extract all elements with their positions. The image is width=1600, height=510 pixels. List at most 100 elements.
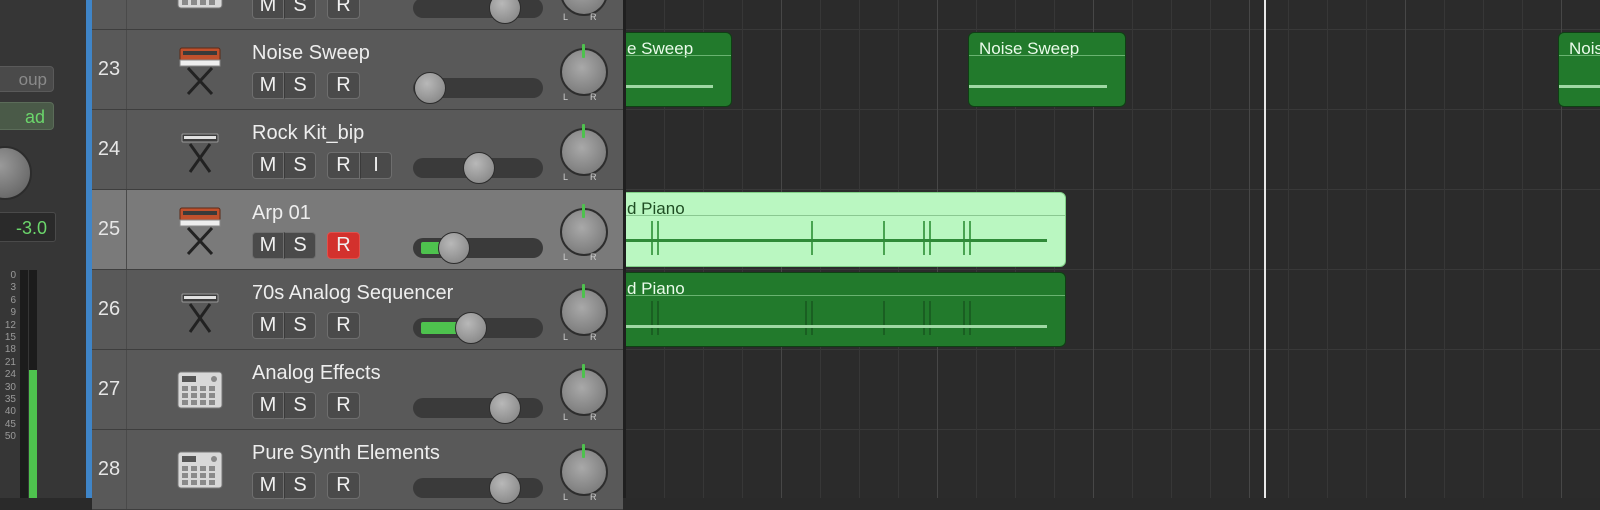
region-name: e Sweep [627, 39, 694, 58]
level-meter-right [29, 270, 37, 498]
track-header[interactable]: 23 Noise Sweep M S R L R [92, 30, 623, 110]
volume-fader[interactable] [413, 472, 543, 504]
track-number: 22 [92, 0, 127, 29]
mute-button[interactable]: M [252, 232, 284, 259]
record-enable-button[interactable]: R [327, 0, 360, 19]
meter-tick-label: 45 [4, 418, 16, 430]
region-notes [626, 301, 1065, 335]
fader-thumb[interactable] [489, 0, 521, 24]
track-name[interactable]: Rock Kit_bip [252, 122, 364, 145]
synth-on-stand-icon[interactable] [174, 202, 226, 258]
pan-knob[interactable] [560, 124, 608, 176]
solo-button[interactable]: S [284, 232, 316, 259]
track-name[interactable]: Arp 01 [252, 202, 311, 225]
region-header-divider [626, 295, 1065, 296]
meter-tick-label: 12 [4, 319, 16, 331]
pan-left-label: L [563, 92, 569, 102]
record-enable-button[interactable]: R [327, 152, 360, 179]
keyboard-stand-icon[interactable] [174, 122, 226, 178]
pan-knob[interactable] [560, 44, 608, 96]
solo-button[interactable]: S [284, 312, 316, 339]
fader-thumb[interactable] [463, 152, 495, 184]
group-selector[interactable]: oup [0, 66, 54, 92]
mute-button[interactable]: M [252, 72, 284, 99]
track-header[interactable]: 28 Pure Synth Elements M S R L R [92, 430, 623, 510]
pan-right-label: R [590, 332, 597, 342]
track-name[interactable]: 70s Analog Sequencer [252, 282, 453, 305]
region-notes [1559, 61, 1600, 95]
track-header[interactable]: 25 Arp 01 M S R L R [92, 190, 623, 270]
inspector-pan-knob[interactable] [0, 146, 32, 200]
midi-note [651, 221, 653, 255]
track-name[interactable]: Noise Sweep [252, 42, 370, 65]
record-enable-button[interactable]: R [327, 312, 360, 339]
grid-line [1249, 0, 1250, 498]
region-note-line [1559, 85, 1600, 88]
track-name[interactable]: Analog Effects [252, 362, 381, 385]
solo-button[interactable]: S [284, 392, 316, 419]
solo-button[interactable]: S [284, 72, 316, 99]
midi-region[interactable]: e Sweep [626, 32, 732, 107]
solo-button[interactable]: S [284, 152, 316, 179]
fader-thumb[interactable] [489, 472, 521, 504]
mute-button[interactable]: M [252, 312, 284, 339]
midi-note [963, 221, 965, 255]
volume-fader[interactable] [413, 232, 543, 264]
playhead[interactable] [1264, 0, 1266, 498]
solo-button[interactable]: S [284, 472, 316, 499]
drum-machine-icon[interactable] [174, 0, 226, 18]
mute-button[interactable]: M [252, 0, 284, 19]
record-enable-button[interactable]: R [327, 472, 360, 499]
track-header[interactable]: 27 Analog Effects M S R L R [92, 350, 623, 430]
midi-region[interactable]: d Piano [626, 192, 1066, 267]
volume-fader[interactable] [413, 72, 543, 104]
mute-button[interactable]: M [252, 152, 284, 179]
mute-button[interactable]: M [252, 472, 284, 499]
midi-region[interactable]: d Piano [626, 272, 1066, 347]
meter-tick-label: 21 [4, 356, 16, 368]
record-enable-button[interactable]: R [327, 72, 360, 99]
track-header[interactable]: 24 Rock Kit_bip M S R I L R [92, 110, 623, 190]
automation-mode-button[interactable]: ad [0, 102, 54, 130]
volume-fader[interactable] [413, 0, 543, 24]
grid-line [1171, 0, 1172, 498]
keyboard-stand-icon[interactable] [174, 282, 226, 338]
synth-on-stand-icon[interactable] [174, 42, 226, 98]
pan-knob[interactable] [560, 444, 608, 496]
volume-fader[interactable] [413, 392, 543, 424]
drum-machine-icon[interactable] [174, 362, 226, 418]
fader-thumb[interactable] [489, 392, 521, 424]
record-enable-button[interactable]: R [327, 232, 360, 259]
mute-button[interactable]: M [252, 392, 284, 419]
pan-knob[interactable] [560, 204, 608, 256]
track-name[interactable]: Pure Synth Elements [252, 442, 440, 465]
volume-fader[interactable] [413, 312, 543, 344]
fader-thumb[interactable] [438, 232, 471, 264]
track-header[interactable]: 26 70s Analog Sequencer M S R L R [92, 270, 623, 350]
volume-readout[interactable]: -3.0 [0, 212, 56, 242]
pan-right-label: R [590, 492, 597, 502]
meter-scale: 0 3 6 9 12 15 18 21 24 30 35 40 45 50 [0, 270, 18, 498]
track-header[interactable]: 22MSRLR [92, 0, 623, 30]
midi-note [811, 221, 813, 255]
meter-tick-label: 9 [10, 307, 16, 319]
midi-note [969, 221, 971, 255]
pan-left-label: L [563, 492, 569, 502]
midi-region[interactable]: Nois [1558, 32, 1600, 107]
midi-note [923, 301, 925, 335]
fader-thumb[interactable] [455, 312, 488, 344]
drum-machine-icon[interactable] [174, 442, 226, 498]
arrange-area[interactable]: e Sweep Noise Sweep Nois d Piano d Piano [626, 0, 1600, 498]
grid-line [1483, 0, 1484, 498]
region-note-line [626, 325, 1047, 328]
fader-thumb[interactable] [413, 72, 446, 104]
pan-knob[interactable] [560, 284, 608, 336]
volume-fader[interactable] [413, 152, 543, 184]
row-separator [626, 269, 1600, 270]
region-name: d Piano [627, 279, 685, 298]
pan-knob[interactable] [560, 364, 608, 416]
solo-button[interactable]: S [284, 0, 316, 19]
input-monitor-button[interactable]: I [360, 152, 392, 179]
record-enable-button[interactable]: R [327, 392, 360, 419]
midi-region[interactable]: Noise Sweep [968, 32, 1126, 107]
